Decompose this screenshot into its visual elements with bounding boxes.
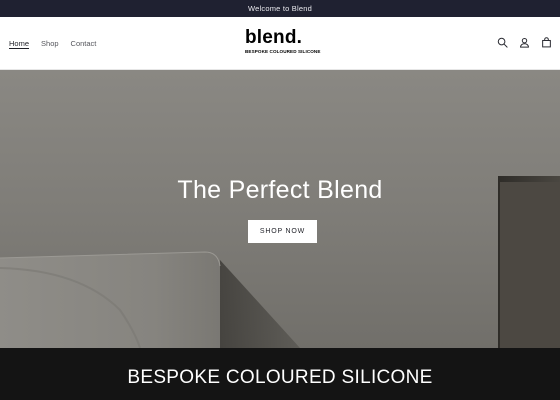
- logo-wordmark: blend.: [245, 27, 303, 48]
- search-icon[interactable]: [497, 37, 508, 48]
- account-icon[interactable]: [519, 37, 530, 48]
- site-header: Home Shop Contact blend. BESPOKE COLOURE…: [0, 17, 560, 70]
- header-icons: [497, 37, 552, 48]
- hero-title: The Perfect Blend: [177, 176, 383, 204]
- site-logo[interactable]: blend. BESPOKE COLOURED SILICONE: [245, 27, 325, 55]
- banner-heading: BESPOKE COLOURED SILICONE: [127, 367, 433, 388]
- nav-link-home[interactable]: Home: [9, 39, 29, 48]
- hero-background-image: [0, 70, 560, 348]
- nav-link-shop[interactable]: Shop: [41, 39, 59, 48]
- logo-tagline: BESPOKE COLOURED SILICONE: [245, 49, 321, 54]
- main-nav: Home Shop Contact: [9, 39, 96, 48]
- shop-now-button[interactable]: SHOP NOW: [248, 220, 317, 243]
- tagline-banner: BESPOKE COLOURED SILICONE: [0, 348, 560, 400]
- hero-banner: The Perfect Blend SHOP NOW: [0, 70, 560, 348]
- announcement-bar: Welcome to Blend: [0, 0, 560, 17]
- cart-icon[interactable]: [541, 37, 552, 48]
- nav-link-contact[interactable]: Contact: [71, 39, 97, 48]
- announcement-text: Welcome to Blend: [248, 4, 312, 13]
